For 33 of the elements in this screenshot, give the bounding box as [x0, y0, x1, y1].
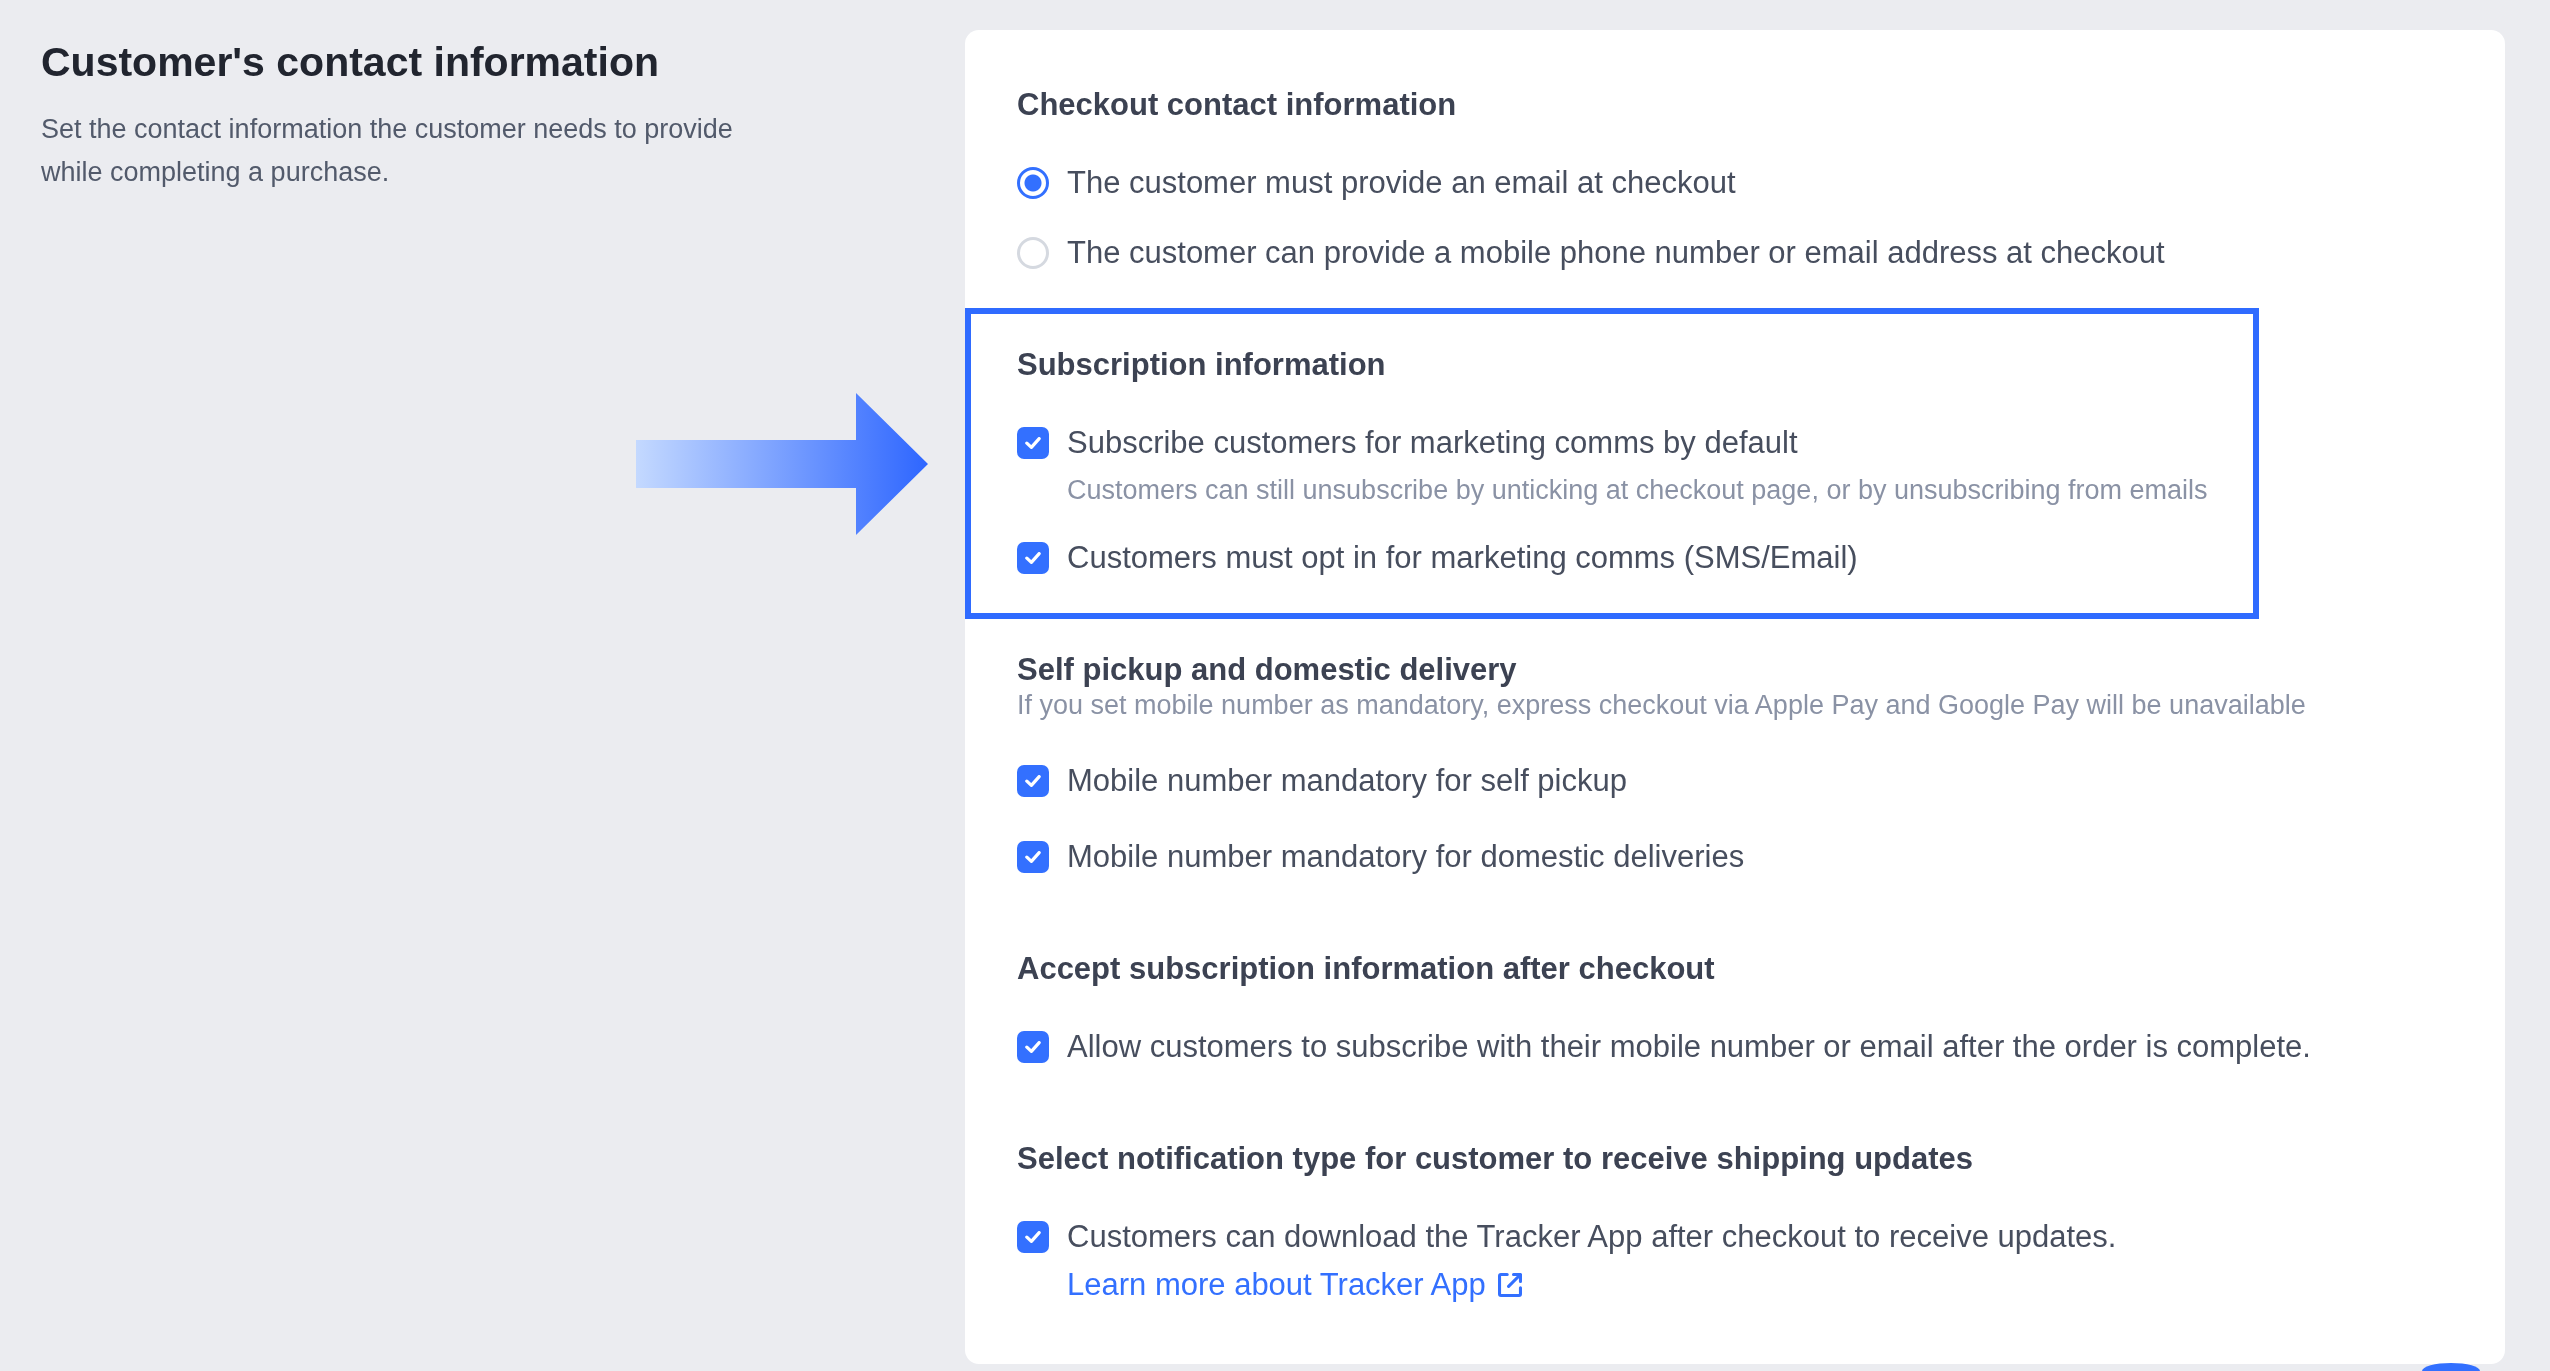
checkbox[interactable] — [1017, 542, 1049, 574]
checkmark-icon — [1025, 1041, 1041, 1053]
section-heading: Self pickup and domestic delivery — [1017, 653, 1518, 687]
external-link-icon — [1497, 1273, 1522, 1297]
learn-more-link[interactable]: Learn more about Tracker App — [1067, 1267, 1522, 1302]
checkmark-icon — [1025, 775, 1041, 787]
option-hint: Customers can still unsubscribe by unticking at checkout page, or by unsubscribing from emails — [1067, 474, 2208, 506]
checkmark-icon — [1025, 851, 1041, 863]
checkbox[interactable] — [1017, 427, 1049, 459]
section-hint: If you set mobile number as mandatory, express checkout via Apple Pay and Google Pay will be unavailable — [1017, 689, 2307, 721]
page-description: Set the contact information the customer needs to provide while completing a purchase. — [41, 113, 734, 189]
option-label: Allow customers to subscribe with their mobile number or email after the order is complete. — [1067, 1028, 2311, 1066]
option-label: The customer must provide an email at checkout — [1067, 164, 1736, 202]
checkmark-icon — [1025, 437, 1041, 449]
option-label: Mobile number mandatory for self pickup — [1067, 762, 1627, 800]
checkbox[interactable] — [1017, 1221, 1049, 1253]
option-label: Mobile number mandatory for domestic deliveries — [1067, 838, 1745, 876]
option-label: Customers must opt in for marketing comms (SMS/Email) — [1067, 539, 1858, 577]
option-label: Customers can download the Tracker App after checkout to receive updates. Learn more about Tracker App — [1067, 1218, 2118, 1304]
checkbox[interactable] — [1017, 1031, 1049, 1063]
section-heading: Subscription information — [1017, 348, 1387, 382]
checkbox[interactable] — [1017, 765, 1049, 797]
floating-button[interactable] — [2422, 1363, 2480, 1371]
radio-button[interactable] — [1017, 167, 1049, 199]
checkbox[interactable] — [1017, 841, 1049, 873]
checkmark-icon — [1025, 1231, 1041, 1243]
option-label: Subscribe customers for marketing comms by default — [1067, 424, 1798, 462]
option-label: The customer can provide a mobile phone number or email address at checkout — [1067, 234, 2165, 272]
checkmark-icon — [1025, 552, 1041, 564]
section-heading: Select notification type for customer to receive shipping updates — [1017, 1142, 1975, 1176]
section-heading: Checkout contact information — [1017, 88, 1458, 122]
page-title: Customer's contact information — [41, 38, 660, 87]
section-heading: Accept subscription information after checkout — [1017, 952, 1716, 986]
